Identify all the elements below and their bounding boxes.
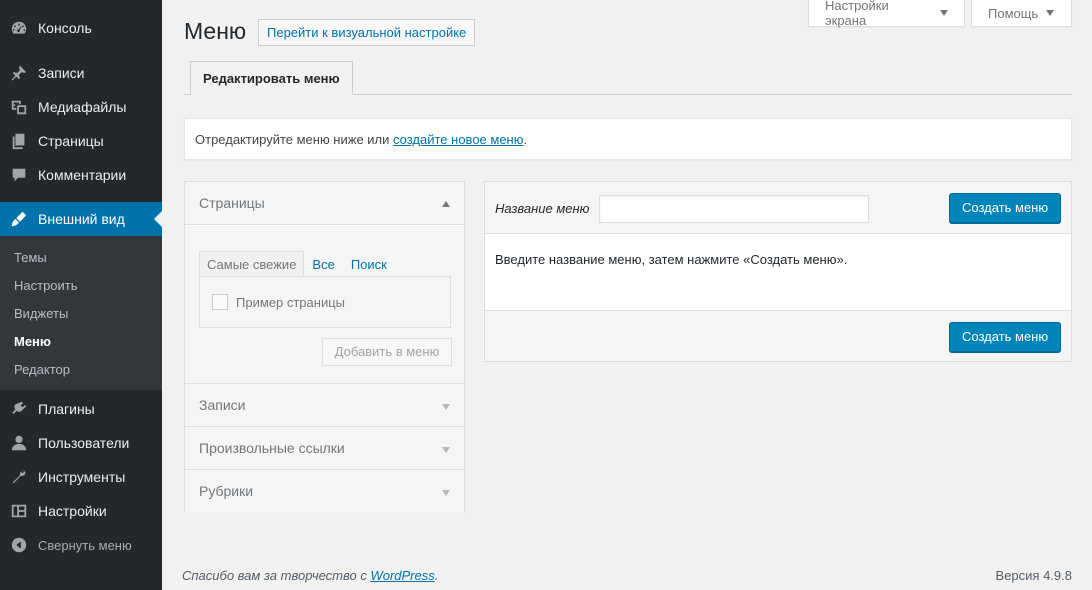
page-title: Меню xyxy=(184,18,247,44)
sidebar-item-label: Медиафайлы xyxy=(38,99,127,115)
page-checkbox-label: Пример страницы xyxy=(236,294,345,310)
tab-edit-menus[interactable]: Редактировать меню xyxy=(190,61,353,95)
chevron-down-icon xyxy=(442,404,450,410)
menu-name-input[interactable] xyxy=(599,195,869,223)
screen-options-label: Настройки экрана xyxy=(825,0,889,28)
chevron-down-icon xyxy=(442,490,450,496)
collapse-arrow-icon xyxy=(0,536,38,554)
accordion-section-posts[interactable]: Записи xyxy=(185,384,464,427)
accordion-section-label: Произвольные ссылки xyxy=(199,440,345,456)
menu-instruction-text: Введите название меню, затем нажмите «Со… xyxy=(495,252,848,267)
footer-version: Версия 4.9.8 xyxy=(995,568,1072,583)
notice-text: Отредактируйте меню ниже или xyxy=(195,132,394,147)
submenu-item-customize[interactable]: Настроить xyxy=(14,276,78,296)
accordion-section-label: Записи xyxy=(199,397,246,413)
sidebar-item-tools[interactable]: Инструменты xyxy=(0,460,162,494)
menu-name-label: Название меню xyxy=(495,201,590,216)
tab-search[interactable]: Поиск xyxy=(343,251,395,277)
appearance-submenu: Темы Настроить Виджеты Меню Редактор xyxy=(0,236,162,390)
pages-tabs: Самые свежие Все Поиск xyxy=(199,251,395,277)
caret-down-icon xyxy=(940,10,948,16)
wordpress-link[interactable]: WordPress xyxy=(370,568,434,583)
pin-icon xyxy=(0,64,38,82)
users-icon xyxy=(0,434,38,452)
submenu-item-themes[interactable]: Темы xyxy=(14,248,47,268)
page-checkbox[interactable] xyxy=(212,294,228,310)
settings-icon xyxy=(0,502,38,520)
sidebar-item-label: Страницы xyxy=(38,133,104,149)
dashboard-icon xyxy=(0,19,38,37)
sidebar-item-label: Настройки xyxy=(38,503,107,519)
menu-items-accordion: Страницы Самые свежие Все Поиск Пример с… xyxy=(184,181,465,513)
footer-thanks-text: Спасибо вам за творчество с xyxy=(182,568,371,583)
accordion-section-pages[interactable]: Страницы xyxy=(185,182,464,225)
tab-view-all[interactable]: Все xyxy=(304,251,342,277)
notice-text-end: . xyxy=(523,132,528,147)
collapse-menu-button[interactable]: Свернуть меню xyxy=(0,528,162,562)
pages-list-panel: Пример страницы xyxy=(199,276,451,328)
sidebar-item-users[interactable]: Пользователи xyxy=(0,426,162,460)
page-checkbox-row: Пример страницы xyxy=(212,294,345,310)
help-label: Помощь xyxy=(988,5,1039,21)
sidebar-item-dashboard[interactable]: Консоль xyxy=(0,11,162,45)
tab-most-recent[interactable]: Самые свежие xyxy=(199,251,305,277)
sidebar-item-label: Инструменты xyxy=(38,469,126,485)
manage-menus-notice: Отредактируйте меню ниже или создайте но… xyxy=(184,118,1072,160)
menu-management-footer: Создать меню xyxy=(485,310,1071,361)
collapse-menu-label: Свернуть меню xyxy=(38,537,132,553)
accordion-section-label: Страницы xyxy=(199,195,265,211)
sidebar-item-pages[interactable]: Страницы xyxy=(0,124,162,158)
accordion-section-categories[interactable]: Рубрики xyxy=(185,470,464,513)
menu-management-panel: Название меню Создать меню Введите назва… xyxy=(484,181,1072,362)
submenu-item-editor[interactable]: Редактор xyxy=(14,360,70,380)
footer-thanks: Спасибо вам за творчество с WordPress. xyxy=(182,568,438,583)
submenu-item-menus[interactable]: Меню xyxy=(14,332,51,352)
caret-down-icon xyxy=(1046,10,1055,16)
menu-management-header: Название меню Создать меню xyxy=(485,182,1071,234)
pages-section-body: Самые свежие Все Поиск Пример страницы Д… xyxy=(185,226,464,384)
sidebar-item-label: Плагины xyxy=(38,401,95,417)
admin-sidebar: Консоль Записи Медиафайлы Страницы Комме… xyxy=(0,0,162,590)
sidebar-item-label: Внешний вид xyxy=(38,211,125,227)
chevron-down-icon xyxy=(442,447,450,453)
visual-customize-button[interactable]: Перейти к визуальной настройке xyxy=(258,19,476,46)
create-menu-button-bottom[interactable]: Создать меню xyxy=(949,322,1062,352)
sidebar-item-comments[interactable]: Комментарии xyxy=(0,158,162,192)
sidebar-item-media[interactable]: Медиафайлы xyxy=(0,90,162,124)
sidebar-item-plugins[interactable]: Плагины xyxy=(0,392,162,426)
media-icon xyxy=(0,98,38,116)
submenu-item-widgets[interactable]: Виджеты xyxy=(14,304,68,324)
sidebar-item-label: Записи xyxy=(38,65,85,81)
sidebar-item-appearance[interactable]: Внешний вид xyxy=(0,202,162,236)
create-new-menu-link[interactable]: создайте новое меню xyxy=(393,132,523,147)
footer-thanks-end: . xyxy=(434,568,439,583)
create-menu-button-top[interactable]: Создать меню xyxy=(949,193,1062,223)
sidebar-item-label: Консоль xyxy=(38,20,92,36)
chevron-up-icon xyxy=(442,201,450,207)
sidebar-item-settings[interactable]: Настройки xyxy=(0,494,162,528)
sidebar-item-label: Пользователи xyxy=(38,435,130,451)
tools-icon xyxy=(0,468,38,486)
sidebar-item-posts[interactable]: Записи xyxy=(0,56,162,90)
accordion-section-label: Рубрики xyxy=(199,483,254,499)
pages-icon xyxy=(0,132,38,150)
add-to-menu-button[interactable]: Добавить в меню xyxy=(322,338,452,366)
plugin-icon xyxy=(0,400,38,418)
screen-options-button[interactable]: Настройки экрана xyxy=(808,0,965,28)
sidebar-item-label: Комментарии xyxy=(38,167,127,183)
appearance-icon xyxy=(0,210,38,228)
accordion-section-custom-links[interactable]: Произвольные ссылки xyxy=(185,427,464,470)
help-button[interactable]: Помощь xyxy=(971,0,1072,27)
comment-icon xyxy=(0,166,38,184)
